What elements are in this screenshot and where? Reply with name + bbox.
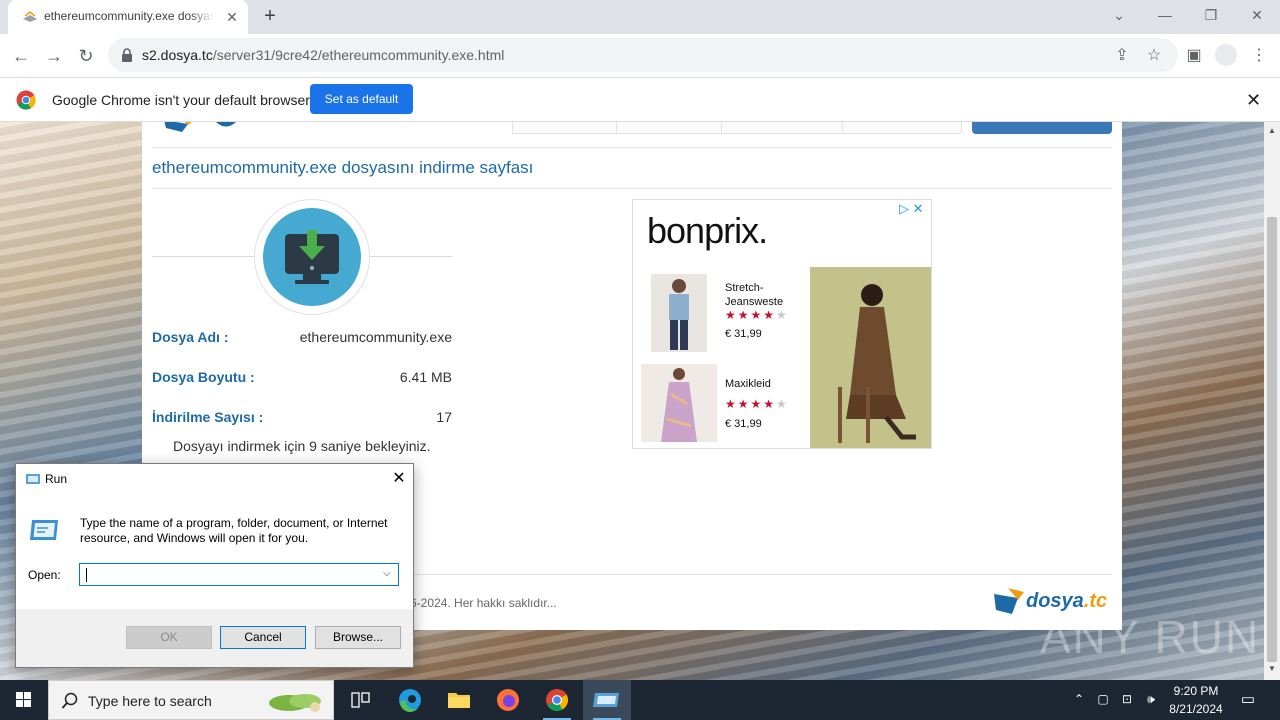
adchoices-close-icon[interactable]: ▷ ✕ — [899, 201, 924, 217]
profile-avatar-icon[interactable] — [1215, 44, 1237, 66]
scroll-up-icon[interactable]: ▲ — [1268, 126, 1276, 135]
top-navigation[interactable] — [512, 122, 962, 134]
tab-title: ethereumcommunity.exe dosyasını indirme … — [44, 9, 214, 23]
download-icon-badge[interactable] — [254, 199, 370, 315]
firefox-icon[interactable] — [484, 680, 532, 720]
search-placeholder: Type here to search — [88, 693, 212, 709]
tray-device-icon[interactable]: ▢ — [1094, 692, 1112, 720]
run-taskbar-icon[interactable] — [583, 680, 631, 720]
new-tab-icon[interactable]: + — [258, 5, 282, 29]
minimize-icon[interactable]: — — [1152, 4, 1178, 26]
window-close-icon[interactable]: ✕ — [1244, 4, 1270, 26]
run-program-icon — [30, 520, 58, 540]
download-count-value: 17 — [436, 409, 452, 425]
browser-tab[interactable]: ethereumcommunity.exe dosyasını indirme … — [8, 0, 248, 34]
notification-icon[interactable]: ▭ — [1238, 690, 1258, 720]
file-name-label: Dosya Adı : — [152, 329, 229, 345]
ad-product-rating: ★★★★★ — [725, 308, 789, 322]
file-name-value: ethereumcommunity.exe — [299, 329, 452, 345]
footer-logo-tld: .tc — [1083, 590, 1108, 612]
file-size-value: 6.41 MB — [399, 369, 452, 385]
search-highlight-icon — [269, 694, 321, 712]
dialog-footer: OK Cancel Browse... — [16, 609, 413, 667]
url-text: s2.dosya.tc/server31/9cre42/ethereumcomm… — [142, 47, 505, 63]
chrome-taskbar-icon[interactable] — [533, 680, 581, 720]
set-as-default-button[interactable]: Set as default — [310, 84, 413, 114]
open-label: Open: — [28, 568, 61, 582]
chevron-down-icon[interactable]: ⌵ — [383, 568, 391, 579]
browse-button[interactable]: Browse... — [315, 626, 401, 649]
text-caret — [86, 568, 87, 582]
ad-product-price: € 31,99 — [725, 328, 762, 340]
ok-button[interactable]: OK — [126, 626, 212, 649]
download-monitor-icon — [285, 230, 339, 284]
share-icon[interactable]: ⇪ — [1111, 45, 1133, 67]
infobar-message: Google Chrome isn't your default browser — [52, 92, 310, 108]
run-dialog: Run ✕ Type the name of a program, folder… — [15, 463, 414, 668]
taskbar-search[interactable]: Type here to search — [48, 680, 334, 720]
menu-kebab-icon[interactable]: ⋮ — [1247, 44, 1271, 68]
scroll-thumb[interactable] — [1267, 217, 1277, 662]
tray-chevron-up-icon[interactable]: ⌃ — [1070, 692, 1088, 720]
address-bar[interactable]: s2.dosya.tc/server31/9cre42/ethereumcomm… — [108, 38, 1178, 72]
chrome-logo-icon — [16, 90, 36, 110]
page-scrollbar[interactable]: ▲ ▼ — [1264, 122, 1280, 680]
tab-search-icon[interactable]: ⌄ — [1106, 4, 1132, 26]
clock-date[interactable]: 8/21/2024 — [1162, 702, 1230, 716]
footer-logo-name: dosya — [1026, 590, 1084, 612]
dialog-title: Run — [45, 472, 68, 486]
top-action-button[interactable] — [972, 122, 1112, 134]
network-icon[interactable]: ⊡ — [1118, 692, 1136, 720]
open-input[interactable] — [84, 566, 374, 583]
windows-logo-icon — [16, 692, 31, 707]
run-title-icon — [26, 474, 40, 484]
site-logo-icon[interactable] — [154, 122, 274, 134]
download-count-label: İndirilme Sayısı : — [152, 409, 264, 425]
start-button[interactable] — [0, 680, 48, 720]
anyrun-watermark: ANY RUN — [1040, 611, 1261, 663]
countdown-message: Dosyayı indirmek için 9 saniye bekleyini… — [173, 438, 431, 454]
bookmark-star-icon[interactable]: ☆ — [1143, 45, 1165, 67]
advertisement[interactable]: bonprix. ▷ ✕ Stretch-Jeansweste ★★★★★ € … — [632, 199, 932, 449]
ad-hero-image[interactable] — [810, 267, 932, 449]
forward-icon[interactable]: → — [41, 43, 67, 69]
back-icon[interactable]: ← — [8, 43, 34, 69]
ad-brand-logo: bonprix. — [647, 210, 768, 251]
tab-close-icon[interactable]: ✕ — [224, 9, 240, 25]
clock-time[interactable]: 9:20 PM — [1168, 684, 1224, 698]
footer-logo-icon — [994, 588, 1024, 614]
ad-product-price: € 31,99 — [725, 418, 762, 430]
dialog-description: Type the name of a program, folder, docu… — [80, 516, 388, 545]
restore-icon[interactable]: ❐ — [1198, 4, 1224, 26]
page-favicon-icon — [23, 11, 37, 22]
default-browser-infobar: Google Chrome isn't your default browser… — [0, 77, 1280, 122]
infobar-close-icon[interactable]: ✕ — [1246, 90, 1261, 111]
close-icon[interactable]: ✕ — [388, 468, 410, 490]
browser-toolbar: ← → ↻ s2.dosya.tc/server31/9cre42/ethere… — [0, 34, 1280, 77]
reload-icon[interactable]: ↻ — [73, 43, 99, 69]
search-icon — [61, 692, 78, 709]
ad-product-rating: ★★★★★ — [725, 397, 789, 411]
file-size-label: Dosya Boyutu : — [152, 369, 255, 385]
taskbar: Type here to search ⌃ ▢ ⊡ 🕪 9:20 PM 8/21… — [0, 680, 1280, 720]
ad-product-image[interactable] — [651, 274, 707, 352]
open-combobox[interactable]: ⌵ — [79, 563, 399, 586]
ad-product-image[interactable] — [641, 364, 717, 442]
task-view-icon[interactable] — [336, 680, 384, 720]
ad-product-name: Stretch-Jeansweste — [725, 282, 784, 308]
divider — [152, 188, 1112, 189]
tab-strip: ethereumcommunity.exe dosyasını indirme … — [0, 0, 1280, 34]
edge-icon[interactable] — [386, 680, 434, 720]
lock-icon — [122, 48, 132, 62]
cancel-button[interactable]: Cancel — [220, 626, 306, 649]
page-title: ethereumcommunity.exe dosyasını indirme … — [152, 158, 534, 177]
file-explorer-icon[interactable] — [435, 680, 483, 720]
volume-icon[interactable]: 🕪 — [1142, 692, 1160, 720]
scroll-down-icon[interactable]: ▼ — [1268, 664, 1276, 673]
ad-product-name: Maxikleid — [725, 378, 771, 390]
copyright-text: 6-2024. Her hakkı saklıdır... — [410, 596, 557, 610]
divider — [152, 147, 1112, 148]
side-panel-icon[interactable]: ▣ — [1182, 44, 1206, 68]
